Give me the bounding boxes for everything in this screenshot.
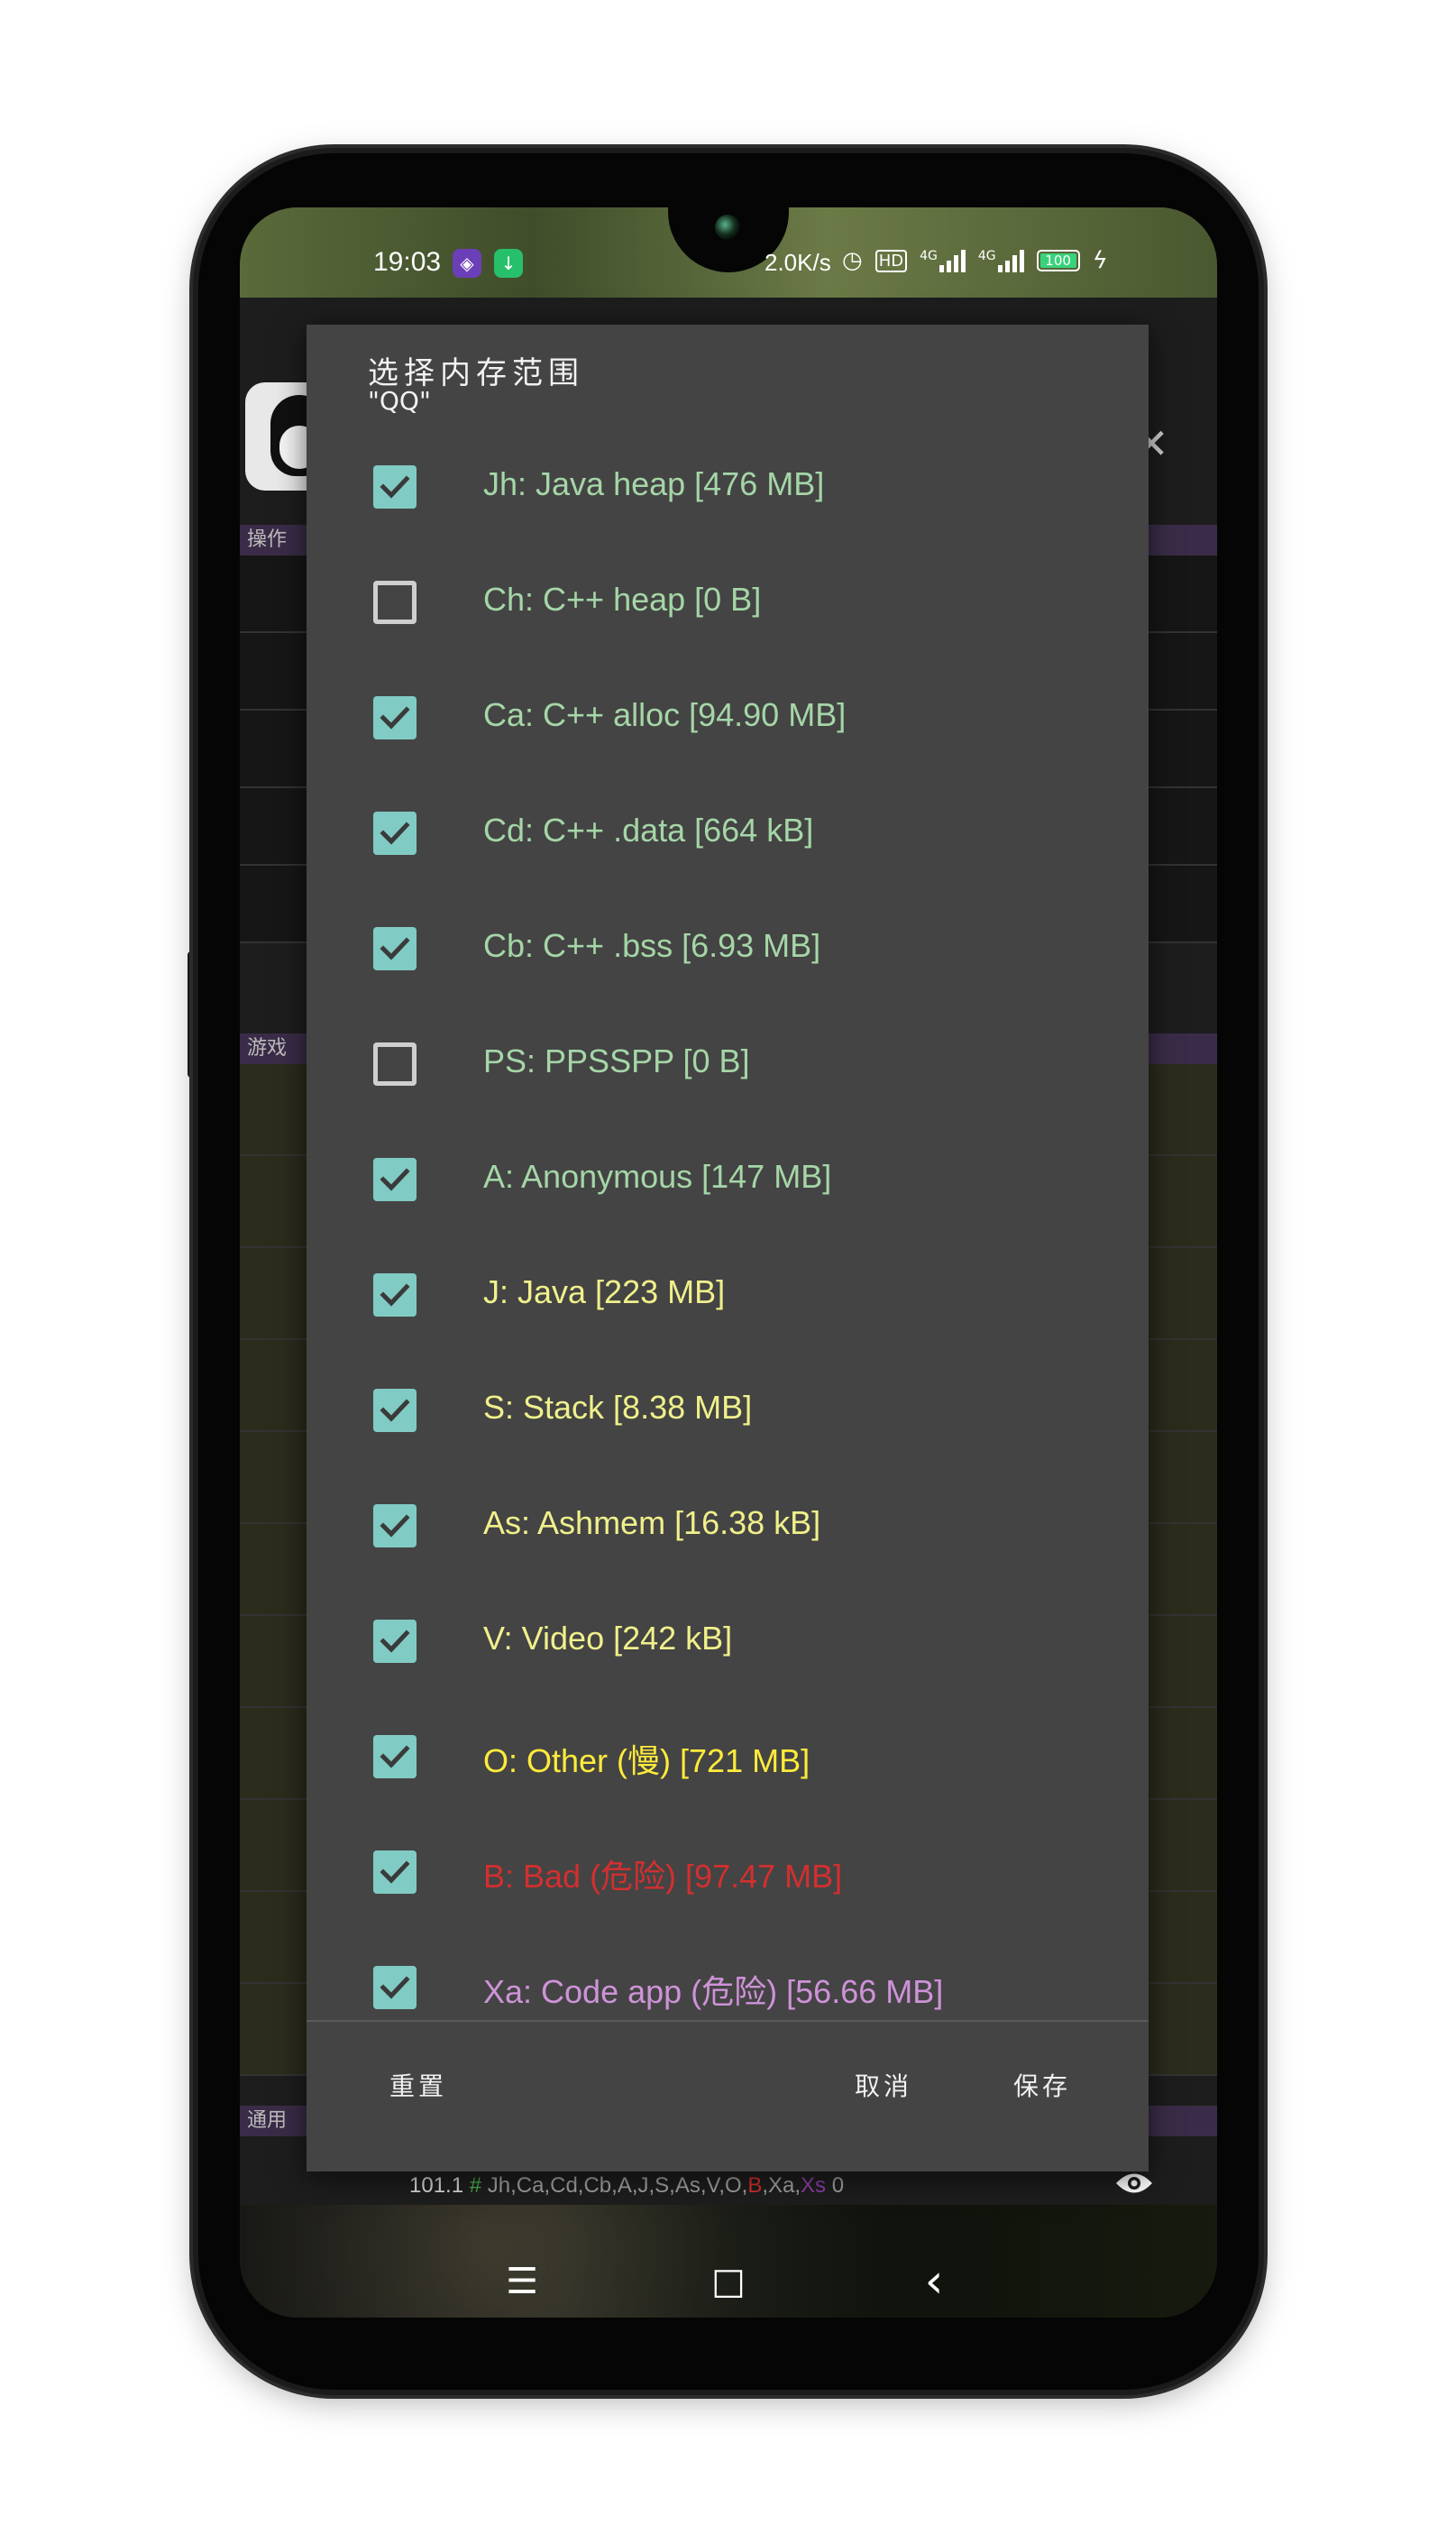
checkmark-icon [380,1168,410,1191]
status-bar: 19:03 ◈ ↓ 2.0K/s ◷ HD 4G 4G 100 ϟ [240,242,1217,296]
checkbox-checked[interactable] [373,812,417,855]
memory-region-item[interactable]: Cd: C++ .data [664 kB] [307,770,1149,886]
checkmark-icon [380,1514,410,1538]
checkbox-checked[interactable] [373,1273,417,1317]
reset-button[interactable]: 重置 [389,2067,447,2103]
checkbox-checked[interactable] [373,465,417,509]
signal-icon-sim2: 4G [978,249,1024,272]
region-label: V: Video [242 kB] [483,1620,733,1657]
navigation-bar: ☰ □ ‹ [240,2254,1217,2318]
checkmark-icon [380,1399,410,1422]
sim1-label: 4G [920,249,938,263]
checkmark-icon [380,822,410,845]
memory-region-item[interactable]: V: Video [242 kB] [307,1578,1149,1694]
checkbox-checked[interactable] [373,1966,417,2009]
region-label: A: Anonymous [147 MB] [483,1158,832,1195]
checkmark-icon [380,1976,410,1999]
checkbox-checked[interactable] [373,1850,417,1894]
memory-region-item[interactable]: Jh: Java heap [476 MB] [307,424,1149,539]
region-label: Xa: Code app (危险) [56.66 MB] [483,1973,944,2010]
region-label: Jh: Java heap [476 MB] [483,465,825,502]
menu-icon[interactable]: ☰ [495,2254,549,2309]
memory-status-line: 101.1 # Jh,Ca,Cd,Cb,A,J,S,As,V,O,B,Xa,Xs… [409,2173,844,2199]
checkmark-icon [380,1283,410,1307]
checkbox-checked[interactable] [373,1389,417,1432]
memory-region-item[interactable]: Ca: C++ alloc [94.90 MB] [307,655,1149,770]
battery-level: 100 [1045,252,1071,269]
region-label: As: Ashmem [16.38 kB] [483,1504,821,1541]
region-label: Cd: C++ .data [664 kB] [483,812,814,849]
memory-region-item[interactable]: J: Java [223 MB] [307,1232,1149,1347]
phone-screen: ✕ 操作 游戏 通用 101.1 # Jh,Ca,Cd,Cb,A,J,S,As,… [240,207,1217,2318]
checkmark-icon [380,706,410,730]
status-time: 19:03 [373,247,442,277]
status-sep: ,Xa, [762,2173,801,2198]
home-icon[interactable]: □ [701,2254,755,2309]
checkbox-checked[interactable] [373,1620,417,1663]
region-label: Ca: C++ alloc [94.90 MB] [483,696,847,733]
region-label: S: Stack [8.38 MB] [483,1389,753,1426]
memory-region-list[interactable]: Jh: Java heap [476 MB] Ch: C++ heap [0 B]… [307,424,1149,2137]
region-label: O: Other (慢) [721 MB] [483,1742,810,1779]
memory-region-item[interactable]: O: Other (慢) [721 MB] [307,1694,1149,1809]
memory-region-item[interactable]: Ch: C++ heap [0 B] [307,539,1149,655]
memory-region-item[interactable]: B: Bad (危险) [97.47 MB] [307,1809,1149,1924]
memory-region-item[interactable]: Cb: C++ .bss [6.93 MB] [307,886,1149,1001]
status-prefix: 101.1 [409,2173,464,2198]
status-xs: Xs [801,2173,827,2198]
checkmark-icon [380,475,410,499]
back-icon[interactable]: ‹ [907,2254,961,2309]
checkbox-checked[interactable] [373,1158,417,1201]
checkbox-checked[interactable] [373,1735,417,1778]
memory-range-dialog: 选择内存范围 "QQ" Jh: Java heap [476 MB] Ch: C+… [307,325,1149,2172]
memory-region-item[interactable]: PS: PPSSPP [0 B] [307,1001,1149,1116]
checkbox-checked[interactable] [373,927,417,970]
memory-region-item[interactable]: Xa: Code app (危险) [56.66 MB] [307,1924,1149,2040]
dialog-divider [307,2020,1149,2022]
region-label: J: Java [223 MB] [483,1273,726,1310]
checkmark-icon [380,1860,410,1884]
checkbox-checked[interactable] [373,696,417,739]
status-bad: B [747,2173,763,2198]
notification-app-icon: ◈ [453,249,481,278]
checkmark-icon [380,1630,410,1653]
memory-region-item[interactable]: A: Anonymous [147 MB] [307,1116,1149,1232]
checkbox-checked[interactable] [373,1504,417,1547]
eye-icon[interactable] [1114,2170,1154,2197]
download-icon: ↓ [494,249,523,278]
region-label: B: Bad (危险) [97.47 MB] [483,1858,843,1895]
signal-icon-sim1: 4G [920,249,966,272]
memory-region-item[interactable]: S: Stack [8.38 MB] [307,1347,1149,1463]
hd-badge: HD [875,249,908,272]
cancel-button[interactable]: 取消 [855,2067,912,2103]
status-regions: Jh,Ca,Cd,Cb,A,J,S,As,V,O, [487,2173,748,2198]
checkmark-icon [380,937,410,960]
alarm-icon: ◷ [842,247,863,274]
dialog-subtitle: "QQ" [368,386,431,416]
battery-icon: 100 [1036,250,1080,271]
checkbox-unchecked[interactable] [373,1042,417,1086]
sim2-label: 4G [977,249,996,263]
region-label: PS: PPSSPP [0 B] [483,1042,750,1079]
region-label: Ch: C++ heap [0 B] [483,581,762,618]
region-label: Cb: C++ .bss [6.93 MB] [483,927,821,964]
status-suffix: 0 [826,2173,845,2198]
checkbox-unchecked[interactable] [373,581,417,624]
front-camera [715,215,740,240]
save-button[interactable]: 保存 [1013,2067,1071,2103]
status-icons: ◷ HD 4G 4G 100 ϟ [842,247,1108,274]
checkmark-icon [380,1745,410,1768]
charging-icon: ϟ [1092,247,1108,274]
net-speed: 2.0K/s [765,249,831,276]
memory-region-item[interactable]: As: Ashmem [16.38 kB] [307,1463,1149,1578]
status-hash: # [469,2173,482,2198]
